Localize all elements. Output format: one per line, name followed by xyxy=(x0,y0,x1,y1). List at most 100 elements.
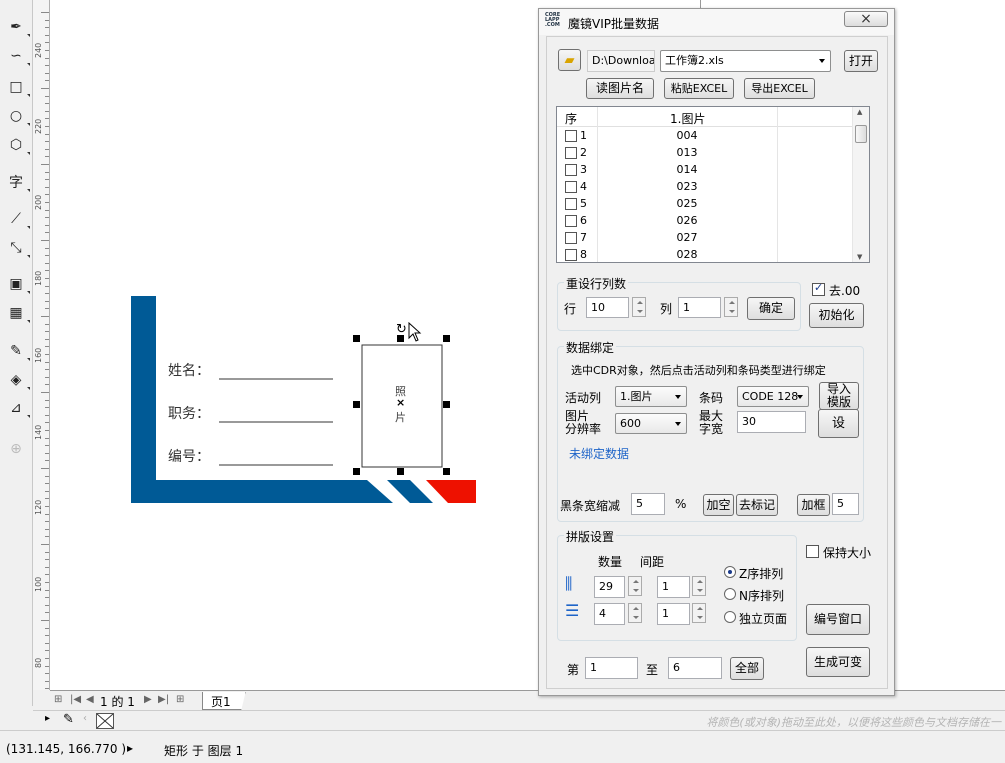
row-checkbox[interactable] xyxy=(565,181,577,193)
smart-fill-icon[interactable]: ⊿ xyxy=(5,397,30,419)
row-checkbox[interactable] xyxy=(565,215,577,227)
export-excel-button[interactable]: 导出EXCEL xyxy=(744,78,815,99)
smart-draw-icon[interactable]: ∽ xyxy=(5,45,30,67)
rows-spacing-field[interactable]: 1 xyxy=(657,603,690,625)
table-row[interactable]: 4 023 xyxy=(557,179,853,196)
add-space-button[interactable]: 加空 xyxy=(703,494,734,516)
rows-icon: ☰ xyxy=(565,601,580,620)
number-window-button[interactable]: 编号窗口 xyxy=(806,604,870,635)
row-checkbox[interactable] xyxy=(565,198,577,210)
palette-eyedropper-icon[interactable]: ✎ xyxy=(63,712,74,727)
row-checkbox[interactable] xyxy=(565,147,577,159)
strip-00-checkbox[interactable] xyxy=(812,281,825,296)
table-row[interactable]: 5 025 xyxy=(557,196,853,213)
row-count-spinner[interactable] xyxy=(632,297,646,317)
next-page-icon[interactable]: ▶ xyxy=(144,694,152,705)
table-row[interactable]: 2 013 xyxy=(557,145,853,162)
data-grid[interactable]: 序 1.图片 1 004 2 013 3 014 4 023 5 025 6 026 7 027 8 028 … xyxy=(556,106,870,263)
grid-scroll-thumb[interactable] xyxy=(855,125,867,143)
add-page-icon[interactable]: ⊞ xyxy=(176,694,184,705)
prev-start-icon[interactable]: |◀ xyxy=(70,694,81,705)
row-value: 028 xyxy=(676,248,698,261)
row-checkbox[interactable] xyxy=(565,232,577,244)
fill-tool-icon[interactable]: ◈ xyxy=(5,369,30,391)
table-row[interactable]: 3 014 xyxy=(557,162,853,179)
grid-header-image[interactable]: 1.图片 xyxy=(670,110,705,127)
cols-spacing-spinner[interactable] xyxy=(692,576,706,596)
generate-button[interactable]: 生成可变 xyxy=(806,647,870,677)
col-count-spinner[interactable] xyxy=(724,297,738,317)
col-count-field[interactable]: 1 xyxy=(678,297,721,318)
close-button[interactable]: × xyxy=(844,11,888,27)
row-checkbox[interactable] xyxy=(565,249,577,261)
z-order-radio[interactable] xyxy=(724,566,736,578)
folder-button[interactable]: ▰ xyxy=(558,49,581,71)
grid-scrollbar[interactable]: ▲ ▼ xyxy=(852,107,869,262)
contour-tool-icon[interactable]: ▣ xyxy=(5,273,30,295)
no-color-swatch[interactable] xyxy=(96,713,114,729)
row-checkbox[interactable] xyxy=(565,164,577,176)
table-row[interactable]: 8 028 xyxy=(557,247,853,262)
add-frame-button[interactable]: 加框 xyxy=(797,494,830,516)
workbook-select[interactable]: 工作簿2.xls xyxy=(660,50,831,72)
card-stripe-blue[interactable] xyxy=(387,480,433,503)
table-row[interactable]: 1 004 xyxy=(557,128,853,145)
freehand-icon[interactable]: ✒ xyxy=(5,16,30,38)
file-path-field[interactable]: D:\Download xyxy=(587,50,655,72)
rows-count-field[interactable]: 4 xyxy=(594,603,625,625)
read-image-names-button[interactable]: 读图片名 xyxy=(586,78,654,99)
prev-page-icon[interactable]: ◀ xyxy=(86,694,94,705)
page-tab[interactable]: 页1 xyxy=(202,692,246,710)
status-arrow-icon[interactable]: ▸ xyxy=(127,741,133,755)
connector-tool-icon[interactable]: ⤡ xyxy=(5,237,30,259)
polygon-tool-icon[interactable]: ⬡ xyxy=(5,134,30,156)
cols-spacing-field[interactable]: 1 xyxy=(657,576,690,598)
open-button[interactable]: 打开 xyxy=(844,50,878,72)
add-tool-icon[interactable]: ⊕ xyxy=(5,438,27,460)
row-checkbox[interactable] xyxy=(565,130,577,142)
dimension-tool-icon[interactable]: ⟋ xyxy=(5,208,30,230)
remove-mark-button[interactable]: 去标记 xyxy=(736,494,778,516)
keep-size-checkbox[interactable] xyxy=(806,545,819,558)
row-count-field[interactable]: 10 xyxy=(586,297,629,318)
dialog-titlebar[interactable]: CORE LAPP .COM 魔镜VIP批量数据 × xyxy=(539,9,894,35)
resolution-select[interactable]: 600 xyxy=(615,413,687,434)
card-frame-bottom[interactable] xyxy=(131,480,393,503)
table-row[interactable]: 7 027 xyxy=(557,230,853,247)
first-page-icon[interactable]: ⊞ xyxy=(54,694,62,705)
text-tool-icon[interactable]: 字 xyxy=(5,171,30,193)
eyedropper-tool-icon[interactable]: ✎ xyxy=(5,340,30,362)
ellipse-tool-icon[interactable]: ○ xyxy=(5,105,30,127)
n-order-radio[interactable] xyxy=(724,588,736,600)
cols-count-spinner[interactable] xyxy=(628,576,642,596)
from-field[interactable]: 1 xyxy=(585,657,638,679)
confirm-button[interactable]: 确定 xyxy=(747,297,795,320)
rectangle-tool-icon[interactable]: □ xyxy=(5,76,30,98)
import-template-button[interactable]: 导入 模版 xyxy=(819,382,859,410)
single-page-radio[interactable] xyxy=(724,611,736,623)
rotate-handle[interactable]: ↻ xyxy=(396,322,407,337)
reset-cols-title: 重设行列数 xyxy=(564,275,629,292)
barcode-select[interactable]: CODE 128 xyxy=(737,386,809,407)
rows-count-spinner[interactable] xyxy=(628,603,642,623)
palette-left-icon[interactable]: ‹ xyxy=(83,713,87,724)
card-frame-left[interactable] xyxy=(131,296,156,503)
to-field[interactable]: 6 xyxy=(668,657,722,679)
paste-excel-button[interactable]: 粘贴EXCEL xyxy=(664,78,734,99)
cols-count-field[interactable]: 29 xyxy=(594,576,625,598)
all-button[interactable]: 全部 xyxy=(730,657,764,680)
init-button[interactable]: 初始化 xyxy=(809,303,864,328)
transparency-tool-icon[interactable]: ▦ xyxy=(5,302,30,324)
grid-header-index[interactable]: 序 xyxy=(565,110,577,127)
rows-spacing-spinner[interactable] xyxy=(692,603,706,623)
card-stripe-red[interactable] xyxy=(426,480,476,503)
set-button[interactable]: 设 xyxy=(818,409,859,438)
palette-arrow-icon[interactable]: ▸ xyxy=(45,713,50,724)
max-width-field[interactable]: 30 xyxy=(737,411,806,433)
last-page-icon[interactable]: ▶| xyxy=(158,694,169,705)
bar-shrink-field[interactable]: 5 xyxy=(631,493,665,515)
unbound-data-link[interactable]: 未绑定数据 xyxy=(569,445,629,462)
active-col-select[interactable]: 1.图片 xyxy=(615,386,687,407)
frame-value-field[interactable]: 5 xyxy=(832,493,859,515)
table-row[interactable]: 6 026 xyxy=(557,213,853,230)
